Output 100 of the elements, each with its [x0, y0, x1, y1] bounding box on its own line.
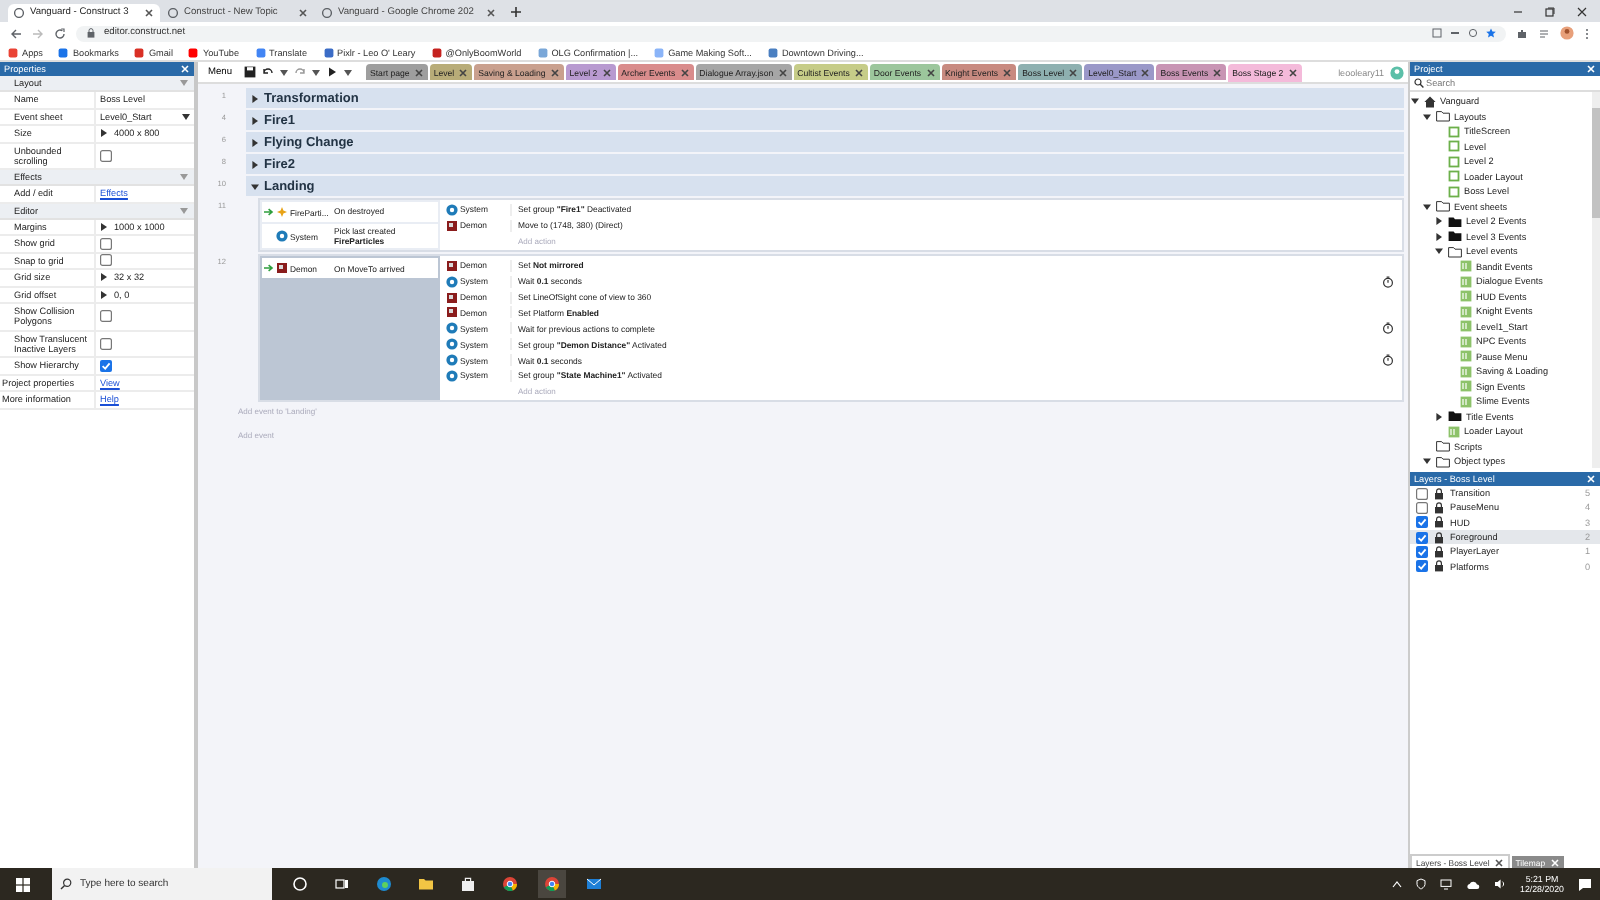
expand-arrow-icon[interactable]	[250, 115, 260, 125]
caret-icon[interactable]	[344, 69, 352, 75]
expand-arrow-icon[interactable]	[250, 93, 260, 103]
checkbox[interactable]	[100, 310, 112, 323]
expand-arrow-icon[interactable]	[100, 221, 108, 232]
puzzle-icon[interactable]	[1516, 27, 1528, 39]
stopwatch-icon	[1382, 275, 1394, 288]
house-icon	[1424, 95, 1436, 108]
save-icon[interactable]	[244, 66, 256, 78]
bookmark-icon	[654, 47, 665, 57]
close-icon[interactable]	[458, 67, 469, 77]
scrollbar[interactable]	[1592, 92, 1600, 468]
bookmark-icon	[188, 47, 199, 57]
notification-icon[interactable]	[1578, 877, 1592, 891]
bookmark-icon	[255, 47, 266, 57]
windows-start-icon[interactable]	[16, 877, 30, 891]
visibility-checkbox[interactable]	[1416, 501, 1428, 514]
reload-icon[interactable]	[54, 27, 66, 39]
lock-icon[interactable]	[1434, 487, 1444, 500]
caret-icon[interactable]	[280, 69, 288, 75]
bookmark-icon	[58, 47, 69, 57]
close-icon[interactable]	[485, 8, 496, 18]
gear-icon	[276, 230, 288, 243]
checkbox[interactable]	[100, 337, 112, 350]
lock-icon[interactable]	[1434, 545, 1444, 558]
checkbox[interactable]	[100, 254, 112, 267]
spark-icon	[276, 206, 288, 218]
visibility-checkbox[interactable]	[1416, 487, 1428, 500]
close-icon[interactable]	[601, 67, 612, 77]
close-icon[interactable]	[777, 67, 788, 77]
avatar-icon[interactable]	[1560, 26, 1574, 40]
close-icon[interactable]	[144, 8, 154, 18]
expand-arrow-icon[interactable]	[1434, 216, 1444, 227]
cloud-icon[interactable]	[1466, 879, 1481, 889]
close-icon[interactable]	[298, 8, 308, 18]
search-icon	[1414, 78, 1424, 88]
search-icon	[60, 878, 72, 890]
edge-browser-icon[interactable]	[376, 876, 392, 892]
mail-icon[interactable]	[586, 876, 602, 892]
play-icon[interactable]	[326, 66, 338, 78]
star-icon[interactable]	[1486, 28, 1496, 38]
gear-icon	[446, 275, 458, 288]
collapse-arrow-icon[interactable]	[1434, 246, 1444, 257]
collapse-arrow-icon[interactable]	[1422, 111, 1432, 122]
expand-arrow-icon[interactable]	[100, 128, 108, 139]
lock-icon[interactable]	[1434, 531, 1444, 544]
network-icon[interactable]	[1440, 878, 1453, 890]
trigger-arrow-icon	[263, 208, 273, 216]
event-sheet-icon	[1448, 425, 1460, 438]
chrome-browser-icon[interactable]	[502, 876, 518, 892]
lock-icon	[86, 28, 96, 38]
close-icon[interactable]	[549, 67, 560, 77]
page-icon	[14, 8, 24, 18]
collapse-arrow-icon[interactable]	[1410, 96, 1420, 107]
folder-icon	[1448, 410, 1462, 423]
close-icon[interactable]	[925, 67, 936, 77]
scroll-thumb[interactable]	[1592, 108, 1600, 218]
lock-icon[interactable]	[1434, 560, 1444, 573]
shopping-bag-icon[interactable]	[460, 876, 476, 892]
close-icon[interactable]	[1493, 857, 1504, 867]
shield-icon[interactable]	[1416, 878, 1427, 890]
demon-sprite-icon	[276, 262, 288, 275]
collapse-arrow-icon[interactable]	[1422, 456, 1432, 467]
collapse-arrow-icon[interactable]	[250, 181, 260, 191]
file-folder-icon[interactable]	[418, 876, 434, 892]
restore-icon[interactable]	[1544, 5, 1556, 17]
expand-arrow-icon[interactable]	[1434, 411, 1444, 422]
lock-icon[interactable]	[1434, 516, 1444, 529]
minimize-icon[interactable]	[1512, 5, 1524, 17]
bookmark-icon	[431, 47, 442, 57]
close-icon[interactable]	[1287, 68, 1298, 78]
stopwatch-icon	[1382, 322, 1394, 335]
cortana-circle-icon[interactable]	[292, 876, 308, 892]
close-icon[interactable]	[1068, 67, 1079, 77]
caret-up-icon[interactable]	[1392, 880, 1403, 888]
expand-arrow-icon[interactable]	[250, 159, 260, 169]
task-view-icon[interactable]	[334, 876, 350, 892]
chrome-browser-icon[interactable]	[544, 876, 560, 892]
bookmark-icon	[134, 47, 145, 57]
back-icon[interactable]	[10, 27, 22, 39]
collapse-arrow-icon[interactable]	[1422, 201, 1432, 212]
close-icon[interactable]	[1576, 5, 1588, 17]
page-icon	[168, 8, 178, 18]
undo-icon[interactable]	[262, 66, 274, 78]
new-tab-icon[interactable]	[509, 5, 522, 17]
gear-icon	[446, 203, 458, 216]
speaker-icon[interactable]	[1494, 878, 1507, 890]
caret-icon[interactable]	[312, 69, 320, 75]
expand-arrow-icon[interactable]	[250, 137, 260, 147]
bookmark-icon	[537, 47, 548, 57]
demon-sprite-icon	[446, 259, 458, 272]
redo-icon[interactable]	[294, 66, 306, 78]
lock-icon[interactable]	[1434, 501, 1444, 514]
demon-sprite-icon	[446, 219, 458, 232]
folder-icon	[1436, 110, 1450, 123]
checkbox[interactable]	[100, 149, 112, 162]
expand-arrow-icon[interactable]	[1434, 231, 1444, 242]
close-icon[interactable]	[853, 67, 864, 77]
checkbox[interactable]	[100, 237, 112, 250]
caret-icon	[182, 113, 190, 120]
